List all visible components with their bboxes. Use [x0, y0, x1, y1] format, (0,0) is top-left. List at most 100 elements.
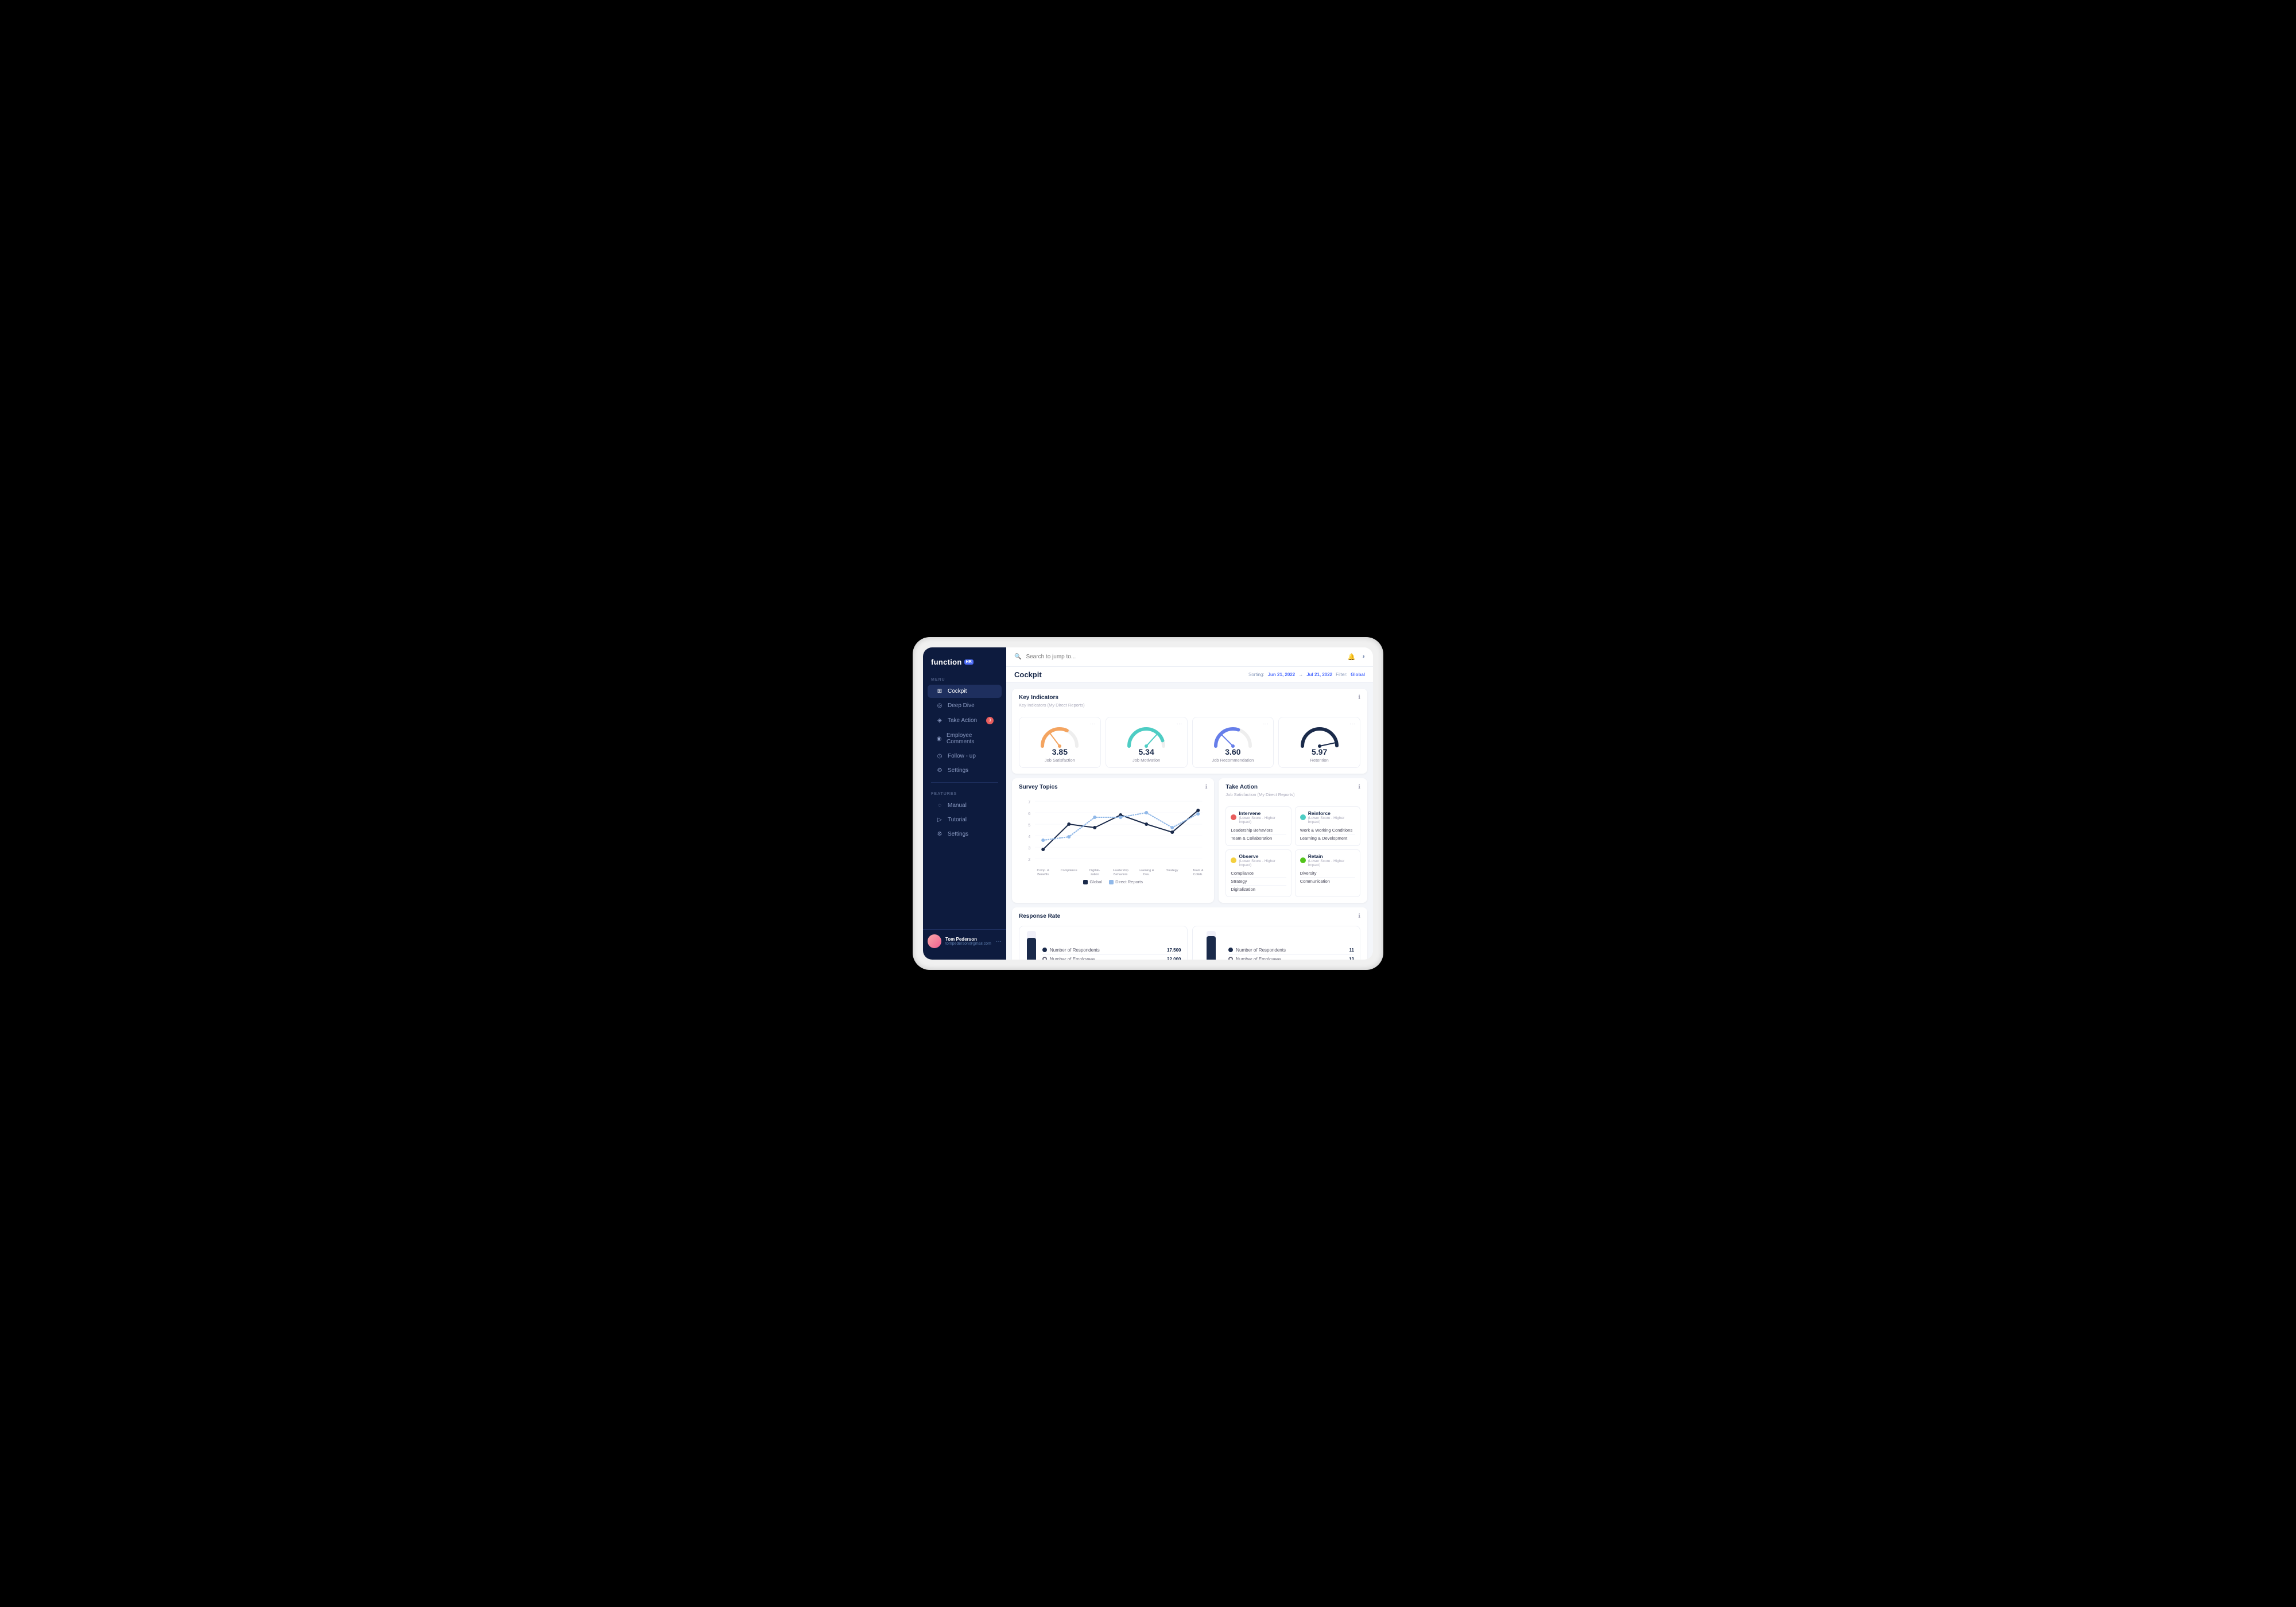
take-action-info-icon[interactable]: ℹ [1358, 784, 1360, 790]
quadrant-intervene-header: Intervene (Lower Score - Higher Impact) [1231, 810, 1286, 824]
legend-dot-direct-reports [1109, 880, 1114, 884]
key-indicators-title-group: Key Indicators Key Indicators (My Direct… [1019, 694, 1085, 712]
sidebar-item-deep-dive[interactable]: ◎ Deep Dive [928, 699, 1002, 712]
sidebar-label-employee-comments: Employee Comments [947, 732, 994, 745]
search-input[interactable] [1026, 654, 1343, 660]
global-response-details: Number of Respondents 17.500 Number of E… [1042, 946, 1181, 960]
logo-badge: HR [964, 659, 974, 665]
sidebar-item-tutorial[interactable]: ▷ Tutorial [928, 813, 1002, 826]
gauge-svg-retention [1297, 722, 1343, 751]
sidebar-item-settings-feat[interactable]: ⚙ Settings [928, 828, 1002, 841]
intervene-dot [1231, 814, 1236, 820]
gauge-row: ··· 3.85 Job Satisfaction [1019, 717, 1360, 768]
sidebar-item-cockpit[interactable]: ⊞ Cockpit [928, 685, 1002, 698]
tutorial-icon: ▷ [936, 817, 944, 823]
gauge-label-retention: Retention [1310, 758, 1329, 763]
key-indicators-subtitle: Key Indicators (My Direct Reports) [1019, 702, 1085, 708]
quadrant-observe-header: Observe (Lower Score - Higher Impact) [1231, 853, 1286, 867]
sidebar-item-employee-comments[interactable]: ◉ Employee Comments [928, 729, 1002, 748]
survey-chart-area: 7 6 5 4 3 2 [1019, 797, 1207, 877]
retain-item-1: Communication [1300, 878, 1355, 885]
direct-employees-dot [1228, 957, 1233, 960]
sidebar-item-settings[interactable]: ⚙ Settings [928, 764, 1002, 777]
survey-take-action-row: Survey Topics ℹ 7 6 5 4 3 2 [1012, 778, 1367, 903]
sidebar-user-area: Tom Pederson tompederson@gmail.com ··· [923, 929, 1006, 953]
direct-employees-text: Number of Employees [1236, 957, 1281, 960]
gauge-label-job-satisfaction: Job Satisfaction [1045, 758, 1075, 763]
gauge-label-job-motivation: Job Motivation [1133, 758, 1160, 763]
quadrant-observe: Observe (Lower Score - Higher Impact) Co… [1225, 849, 1291, 897]
direct-respondents-label: Number of Respondents [1228, 948, 1286, 953]
survey-topics-header: Survey Topics ℹ [1019, 784, 1207, 792]
date-from: Jun 21, 2022 [1268, 672, 1296, 677]
global-pct-bar: 80% Global [1025, 931, 1038, 960]
user-menu-button[interactable]: ··· [996, 938, 1002, 945]
scroll-area: Key Indicators Key Indicators (My Direct… [1006, 683, 1373, 960]
key-indicators-info-icon[interactable]: ℹ [1358, 694, 1360, 701]
global-employees-row: Number of Employees 22.000 [1042, 955, 1181, 960]
key-indicators-title: Key Indicators [1019, 694, 1085, 701]
quadrant-reinforce: Reinforce (Lower Score - Higher Impact) … [1295, 806, 1360, 846]
gauge-more-retention[interactable]: ··· [1349, 721, 1355, 727]
direct-employees-row: Number of Employees 13 [1228, 955, 1354, 960]
direct-response-details: Number of Respondents 11 Number of Emplo… [1228, 946, 1354, 960]
date-arrow: → [1298, 672, 1303, 677]
retain-labels: Retain (Lower Score - Higher Impact) [1308, 853, 1355, 867]
gauge-more-job-motivation[interactable]: ··· [1177, 721, 1182, 727]
global-respondents-value: 17.500 [1167, 948, 1181, 953]
user-info: Tom Pederson tompederson@gmail.com [945, 937, 992, 946]
filter-label: Filter: [1336, 672, 1347, 677]
settings-feat-icon: ⚙ [936, 831, 944, 837]
notification-icon[interactable]: 🔔 [1348, 653, 1356, 661]
legend-label-direct-reports: Direct Reports [1115, 879, 1143, 884]
svg-text:Collab.: Collab. [1193, 873, 1204, 876]
take-action-subtitle: Job Satisfaction (My Direct Reports) [1225, 792, 1294, 797]
observe-item-1: Strategy [1231, 878, 1286, 886]
features-label: FEATURES [923, 787, 1006, 798]
reinforce-dot [1300, 814, 1306, 820]
sidebar-item-manual[interactable]: ◌ Manual [928, 799, 1002, 812]
topbar: 🔍 🔔 ◑ [1006, 647, 1373, 667]
employee-comments-icon: ◉ [936, 736, 943, 742]
response-rate-info-icon[interactable]: ℹ [1358, 913, 1360, 919]
response-rate-title: Response Rate [1019, 913, 1060, 919]
global-employees-value: 22.000 [1167, 957, 1181, 960]
svg-text:Learning &: Learning & [1139, 869, 1154, 872]
quadrant-intervene: Intervene (Lower Score - Higher Impact) … [1225, 806, 1291, 846]
sidebar-label-follow-up: Follow - up [948, 753, 976, 759]
global-bar-fill [1027, 938, 1036, 960]
survey-topics-title: Survey Topics [1019, 784, 1058, 790]
gauge-job-recommendation: ··· 3.60 Job Recommendation [1192, 717, 1274, 768]
direct-respondents-dot [1228, 948, 1233, 952]
take-action-grid: Intervene (Lower Score - Higher Impact) … [1225, 806, 1360, 897]
sidebar-item-follow-up[interactable]: ◷ Follow - up [928, 750, 1002, 763]
direct-respondents-value: 11 [1349, 948, 1354, 953]
gauge-more-job-satisfaction[interactable]: ··· [1090, 721, 1096, 727]
take-action-icon: ◈ [936, 717, 944, 724]
global-respondents-dot [1042, 948, 1047, 952]
sidebar-label-take-action: Take Action [948, 717, 977, 724]
retain-title: Retain [1308, 853, 1355, 859]
theme-icon[interactable]: ◑ [1361, 653, 1365, 661]
retain-dot [1300, 857, 1306, 863]
global-respondents-label: Number of Respondents [1042, 948, 1100, 953]
follow-up-icon: ◷ [936, 753, 944, 759]
direct-pct-bar: 85% Direct Reports [1199, 931, 1224, 960]
svg-text:zation: zation [1091, 873, 1099, 876]
svg-text:Compliance: Compliance [1061, 869, 1077, 872]
gauge-svg-job-satisfaction [1037, 722, 1083, 751]
gauge-value-job-recommendation: 3.60 [1225, 747, 1240, 756]
sidebar-item-take-action[interactable]: ◈ Take Action 3 [928, 713, 1002, 728]
svg-text:Strategy: Strategy [1166, 869, 1178, 872]
survey-topics-info-icon[interactable]: ℹ [1205, 784, 1208, 790]
main-content: 🔍 🔔 ◑ Cockpit Sorting: Jun 21, 2022 → Ju… [1006, 647, 1373, 960]
svg-text:5: 5 [1028, 824, 1030, 828]
global-employees-dot [1042, 957, 1047, 960]
legend-global: Global [1083, 879, 1102, 884]
svg-text:Leadership: Leadership [1113, 869, 1128, 872]
sidebar-label-deep-dive: Deep Dive [948, 702, 975, 709]
svg-text:2: 2 [1028, 858, 1030, 862]
gauge-more-job-recommendation[interactable]: ··· [1263, 721, 1269, 727]
survey-chart-svg: 7 6 5 4 3 2 [1019, 797, 1207, 877]
sidebar-label-settings: Settings [948, 767, 968, 774]
